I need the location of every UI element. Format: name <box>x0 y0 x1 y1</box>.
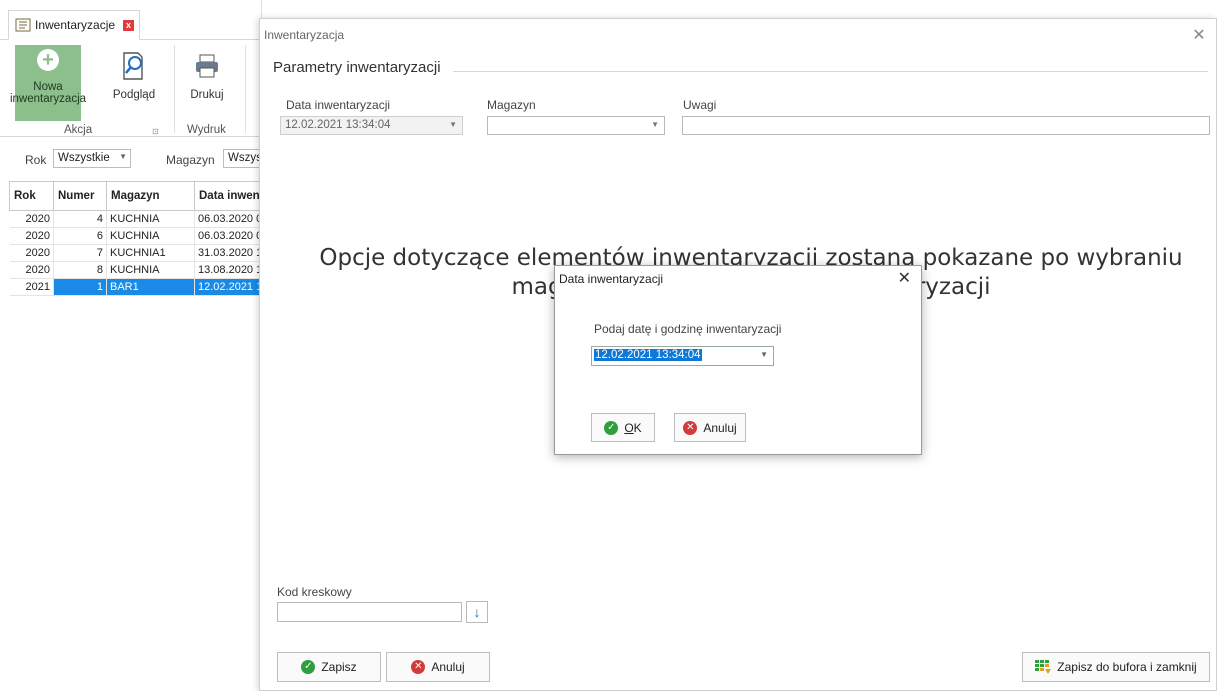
document-tab-icon <box>15 18 31 32</box>
close-icon[interactable]: ✕ <box>898 268 911 288</box>
check-circle-icon: ✓ <box>301 660 316 674</box>
data-inwentaryzacji-label: Data inwentaryzacji <box>286 98 391 112</box>
cancel-label: Anuluj <box>431 660 465 674</box>
cancel-button[interactable]: ✕ Anuluj <box>386 652 490 682</box>
preview-button[interactable]: Podgląd <box>107 45 161 121</box>
ribbon-divider <box>174 45 175 133</box>
cancel-circle-icon: ✕ <box>683 420 698 435</box>
inventory-table: Rok Numer Magazyn Data inwen 2020 4 KUCH… <box>9 181 275 296</box>
section-divider <box>453 71 1208 72</box>
chevron-down-icon: ▼ <box>119 152 127 161</box>
table-row[interactable]: 2020 4 KUCHNIA 06.03.2020 08 <box>9 210 275 228</box>
date-prompt: Podaj datę i godzinę inwentaryzacji <box>594 322 782 336</box>
printer-icon <box>193 51 221 81</box>
save-to-buffer-button[interactable]: Zapisz do bufora i zamknij <box>1022 652 1210 682</box>
ok-button[interactable]: ✓ OK <box>591 413 655 442</box>
table-row-selected[interactable]: 2021 1 BAR1 12.02.2021 1 <box>9 278 275 296</box>
print-button[interactable]: Drukuj <box>182 45 232 121</box>
magazyn-label: Magazyn <box>487 98 536 112</box>
cell-numer: 7 <box>53 244 107 262</box>
column-header-rok[interactable]: Rok <box>9 181 54 211</box>
chevron-down-icon: ▼ <box>449 120 457 129</box>
new-inventory-button[interactable]: + Nowa inwentaryzacja <box>10 45 86 121</box>
ok-label: OK <box>624 421 641 435</box>
document-tab-bar: Inwentaryzacje x <box>0 10 262 40</box>
cell-rok: 2021 <box>9 278 54 296</box>
preview-label: Podgląd <box>112 89 156 101</box>
magazyn-filter-value: Wszyst <box>228 152 262 164</box>
inventory-list-window: Inwentaryzacje x + Nowa inwentaryzacja P… <box>0 0 275 691</box>
group-launcher-icon[interactable]: ⊡ <box>152 127 159 136</box>
group-label-wydruk: Wydruk <box>187 124 226 136</box>
ok-accel-letter: O <box>624 420 634 435</box>
tab-inwentaryzacje[interactable]: Inwentaryzacje x <box>8 10 140 40</box>
cell-magazyn: KUCHNIA <box>106 210 195 228</box>
column-header-magazyn[interactable]: Magazyn <box>106 181 195 211</box>
cell-magazyn: KUCHNIA <box>106 227 195 245</box>
table-row[interactable]: 2020 7 KUCHNIA1 31.03.2020 1: <box>9 244 275 262</box>
filter-bar: Rok Wszystkie ▼ Magazyn Wszyst <box>0 146 262 172</box>
cancel-label: Anuluj <box>703 420 737 435</box>
cell-numer: 8 <box>53 261 107 279</box>
new-button-label-line1: Nowa <box>33 81 63 93</box>
ok-label-rest: K <box>633 420 642 435</box>
uwagi-field[interactable] <box>682 116 1210 135</box>
ribbon-divider <box>245 45 246 133</box>
cell-magazyn: KUCHNIA <box>106 261 195 279</box>
dialog-titlebar[interactable]: Inwentaryzacja ✕ <box>260 19 1216 51</box>
dialog-title: Inwentaryzacja <box>264 28 345 42</box>
cancel-circle-icon: ✕ <box>411 660 426 674</box>
cell-rok: 2020 <box>9 210 54 228</box>
rok-filter-label: Rok <box>25 153 47 167</box>
kod-kreskowy-input[interactable] <box>277 602 462 622</box>
print-label: Drukuj <box>190 89 224 101</box>
save-button[interactable]: ✓ Zapisz <box>277 652 381 682</box>
magazyn-select[interactable]: ▼ <box>487 116 665 135</box>
kod-kreskowy-label: Kod kreskowy <box>277 585 352 599</box>
save-label: Zapisz <box>321 660 357 674</box>
plus-icon: + <box>37 49 59 71</box>
data-inwentaryzacji-field: 12.02.2021 13:34:04 ▼ <box>280 116 463 135</box>
column-header-numer[interactable]: Numer <box>53 181 107 211</box>
ribbon: + Nowa inwentaryzacja Podgląd Drukuj Akc… <box>0 41 262 137</box>
cell-rok: 2020 <box>9 261 54 279</box>
data-inwentaryzacji-value: 12.02.2021 13:34:04 <box>285 119 391 131</box>
group-label-akcja: Akcja <box>64 124 93 136</box>
cell-rok: 2020 <box>9 244 54 262</box>
magazyn-filter-label: Magazyn <box>166 153 215 167</box>
arrow-down-icon[interactable]: ↓ <box>466 601 488 623</box>
uwagi-label: Uwagi <box>683 98 717 112</box>
cell-magazyn: KUCHNIA1 <box>106 244 195 262</box>
section-title: Parametry inwentaryzacji <box>273 59 441 76</box>
save-to-buffer-label: Zapisz do bufora i zamknij <box>1057 660 1197 674</box>
check-circle-icon: ✓ <box>604 420 619 435</box>
rok-filter-select[interactable]: Wszystkie ▼ <box>53 149 131 168</box>
cell-numer: 6 <box>53 227 107 245</box>
table-row[interactable]: 2020 8 KUCHNIA 13.08.2020 1: <box>9 261 275 279</box>
date-dialog: Data inwentaryzacji ✕ Podaj datę i godzi… <box>554 265 922 455</box>
new-button-label-line2: inwentaryzacja <box>9 93 87 105</box>
tab-label: Inwentaryzacje <box>35 18 116 32</box>
cell-numer: 4 <box>53 210 107 228</box>
magnifier-page-icon <box>120 51 148 81</box>
date-time-picker[interactable]: 12.02.2021 13:34:04 ▼ <box>591 346 774 366</box>
cell-magazyn: BAR1 <box>106 278 195 296</box>
tab-close-icon[interactable]: x <box>123 19 135 31</box>
table-header-row: Rok Numer Magazyn Data inwen <box>9 181 275 211</box>
cell-numer: 1 <box>53 278 107 296</box>
magazyn-filter-select[interactable]: Wszyst <box>223 149 262 168</box>
rok-filter-value: Wszystkie <box>58 152 110 164</box>
date-time-value: 12.02.2021 13:34:04 <box>594 349 702 361</box>
date-dialog-title: Data inwentaryzacji <box>559 272 664 286</box>
buffer-grid-icon <box>1035 660 1052 674</box>
chevron-down-icon: ▼ <box>651 120 659 129</box>
cell-rok: 2020 <box>9 227 54 245</box>
cancel-button[interactable]: ✕ Anuluj <box>674 413 746 442</box>
table-row[interactable]: 2020 6 KUCHNIA 06.03.2020 08 <box>9 227 275 245</box>
close-icon[interactable]: ✕ <box>1190 25 1208 44</box>
chevron-down-icon[interactable]: ▼ <box>760 350 768 359</box>
